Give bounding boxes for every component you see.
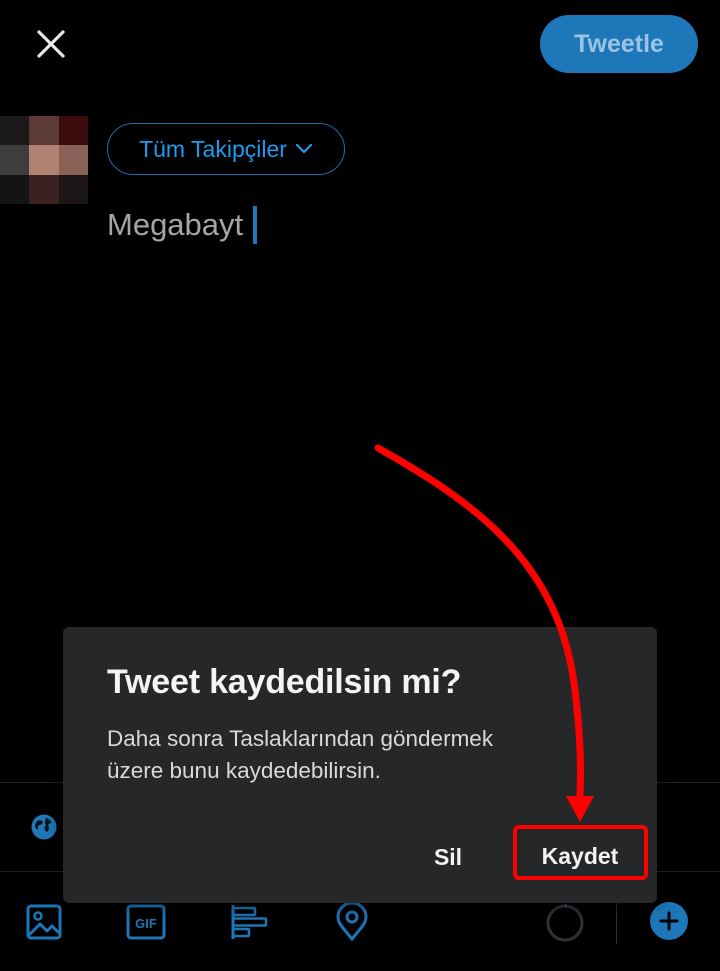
- location-icon: [336, 902, 368, 942]
- plus-icon: [659, 911, 679, 931]
- gif-icon: GIF: [126, 904, 166, 940]
- audience-selector[interactable]: Tüm Takipçiler: [107, 123, 345, 175]
- add-location-button[interactable]: [330, 900, 374, 944]
- tweet-text: Megabayt: [107, 207, 244, 242]
- toolbar-separator: [616, 900, 617, 944]
- save-button[interactable]: Kaydet: [517, 830, 643, 882]
- delete-button[interactable]: Sil: [418, 837, 478, 877]
- close-icon: [37, 30, 65, 58]
- chevron-down-icon: [295, 143, 313, 154]
- dialog-message: Daha sonra Taslaklarından göndermek üzer…: [107, 723, 587, 787]
- globe-icon: [31, 814, 57, 840]
- audience-label: Tüm Takipçiler: [139, 135, 287, 162]
- character-count-ring: [545, 903, 585, 943]
- add-gif-button[interactable]: GIF: [124, 900, 168, 944]
- tweet-text-input[interactable]: Megabayt: [107, 200, 667, 250]
- image-icon: [26, 904, 62, 940]
- svg-text:GIF: GIF: [135, 916, 157, 931]
- add-image-button[interactable]: [22, 900, 66, 944]
- tweet-button[interactable]: Tweetle: [540, 15, 698, 73]
- text-caret: [253, 206, 258, 244]
- close-button[interactable]: [26, 20, 76, 68]
- reply-settings-button[interactable]: [29, 812, 59, 842]
- add-poll-button[interactable]: [228, 900, 272, 944]
- add-thread-button[interactable]: [650, 902, 688, 940]
- poll-icon: [231, 905, 268, 939]
- dialog-title: Tweet kaydedilsin mi?: [107, 663, 462, 701]
- save-draft-dialog: Tweet kaydedilsin mi? Daha sonra Taslakl…: [63, 627, 657, 903]
- dialog-message-line: Daha sonra Taslaklarından göndermek: [107, 726, 494, 751]
- avatar[interactable]: [0, 116, 88, 204]
- dialog-message-line: üzere bunu kaydedebilirsin.: [107, 758, 381, 783]
